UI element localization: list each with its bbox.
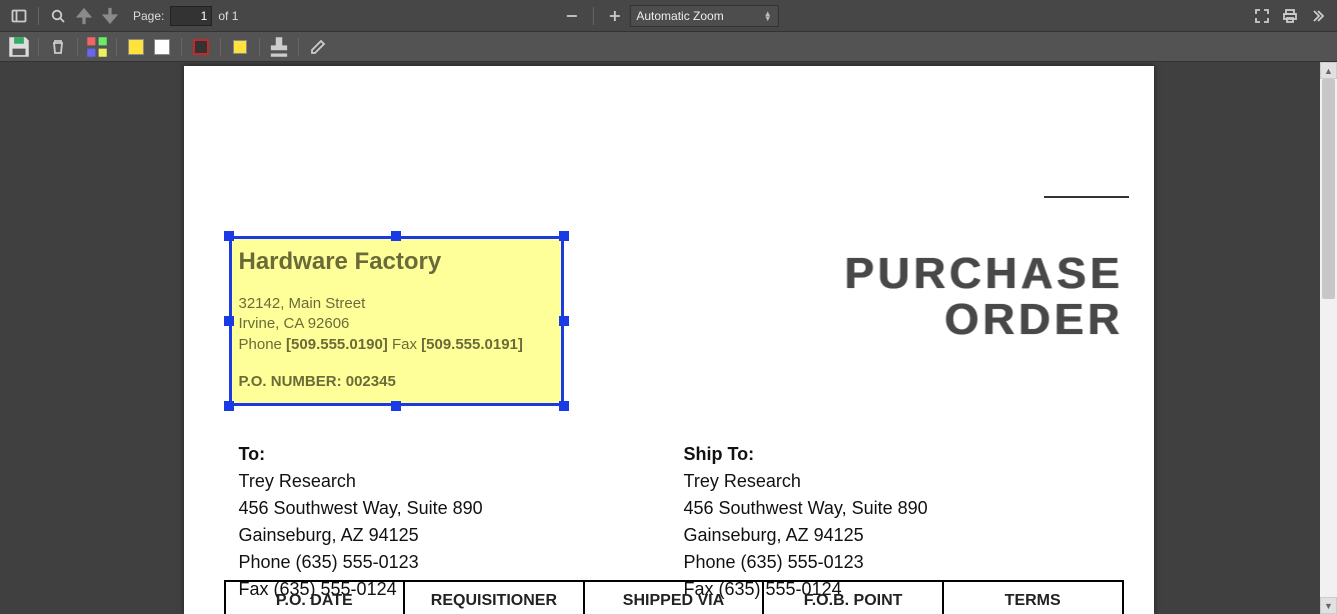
- vertical-scrollbar[interactable]: ▲ ▼: [1320, 62, 1337, 614]
- stamp-tool-button[interactable]: [266, 34, 292, 60]
- save-icon: [6, 34, 32, 60]
- vendor-fax-label: Fax: [388, 336, 421, 353]
- chevrons-right-icon: [1310, 8, 1326, 24]
- annotation-toolbar: [0, 32, 1337, 62]
- arrow-up-icon: [71, 3, 97, 29]
- ship-to-line: 456 Southwest Way, Suite 890: [684, 495, 928, 522]
- vendor-block: Hardware Factory 32142, Main Street Irvi…: [229, 236, 564, 406]
- separator: [38, 7, 39, 25]
- vendor-phone-label: Phone: [239, 336, 287, 353]
- grid-icon: [84, 34, 110, 60]
- ship-to-header: Ship To:: [684, 441, 928, 468]
- page-label: Page:: [133, 9, 164, 23]
- separator: [592, 7, 593, 25]
- pdf-main-toolbar: Page: of 1 Automatic Zoom ▲▼: [0, 0, 1337, 32]
- title-line-2: ORDER: [845, 297, 1124, 343]
- sidebar-toggle-button[interactable]: [6, 3, 32, 29]
- ship-to-block: Ship To: Trey Research 456 Southwest Way…: [684, 441, 928, 603]
- delete-annotation-button[interactable]: [45, 34, 71, 60]
- prev-page-button[interactable]: [71, 3, 97, 29]
- title-line-1: PURCHASE: [845, 251, 1124, 297]
- arrow-down-icon: [97, 3, 123, 29]
- bill-to-block: To: Trey Research 456 Southwest Way, Sui…: [239, 441, 483, 603]
- document-viewer[interactable]: Hardware Factory 32142, Main Street Irvi…: [0, 62, 1337, 614]
- bill-to-line: Gainseburg, AZ 94125: [239, 522, 483, 549]
- print-button[interactable]: [1277, 3, 1303, 29]
- vendor-fax: [509.555.0191]: [421, 336, 523, 353]
- minus-icon: [563, 8, 579, 24]
- col-fob-point: F.O.B. POINT: [764, 582, 944, 614]
- highlight-white-tool[interactable]: [149, 34, 175, 60]
- yellow-swatch-icon: [128, 39, 144, 55]
- separator: [77, 38, 78, 56]
- vendor-contact: Phone [509.555.0190] Fax [509.555.0191]: [239, 335, 554, 355]
- bill-to-line: 456 Southwest Way, Suite 890: [239, 495, 483, 522]
- separator: [298, 38, 299, 56]
- shape-tool-button[interactable]: [188, 34, 214, 60]
- highlight-yellow-tool[interactable]: [123, 34, 149, 60]
- col-terms: TERMS: [944, 582, 1122, 614]
- bill-to-line: Trey Research: [239, 468, 483, 495]
- scroll-track[interactable]: [1320, 79, 1337, 597]
- search-button[interactable]: [45, 3, 71, 29]
- save-button[interactable]: [6, 34, 32, 60]
- color-grid-button[interactable]: [84, 34, 110, 60]
- col-shipped-via: SHIPPED VIA: [585, 582, 765, 614]
- scroll-thumb[interactable]: [1322, 79, 1335, 299]
- annotation-selection[interactable]: Hardware Factory 32142, Main Street Irvi…: [229, 236, 564, 406]
- trash-icon: [50, 39, 66, 55]
- plus-icon: [606, 8, 622, 24]
- ship-to-line: Trey Research: [684, 468, 928, 495]
- zoom-mode-label: Automatic Zoom: [636, 9, 723, 23]
- col-requisitioner: REQUISITIONER: [405, 582, 585, 614]
- order-table-header: P.O. DATE REQUISITIONER SHIPPED VIA F.O.…: [224, 580, 1124, 614]
- vendor-po: P.O. NUMBER: 002345: [239, 373, 554, 390]
- vendor-addr1: 32142, Main Street: [239, 294, 554, 314]
- vendor-name: Hardware Factory: [239, 248, 554, 276]
- draw-tool-button[interactable]: [305, 34, 331, 60]
- pdf-page-1[interactable]: Hardware Factory 32142, Main Street Irvi…: [184, 66, 1154, 614]
- vendor-addr2: Irvine, CA 92606: [239, 314, 554, 334]
- ship-to-line: Gainseburg, AZ 94125: [684, 522, 928, 549]
- separator: [181, 38, 182, 56]
- fullscreen-button[interactable]: [1249, 3, 1275, 29]
- sticky-note-tool[interactable]: [227, 34, 253, 60]
- more-tools-button[interactable]: [1305, 3, 1331, 29]
- po-number: 002345: [346, 373, 396, 390]
- separator: [220, 38, 221, 56]
- page-number-input[interactable]: [170, 6, 212, 26]
- bill-to-line: Phone (635) 555-0123: [239, 549, 483, 576]
- ship-to-line: Phone (635) 555-0123: [684, 549, 928, 576]
- zoom-in-button[interactable]: [601, 3, 627, 29]
- select-caret-icon: ▲▼: [764, 11, 772, 21]
- search-icon: [50, 8, 66, 24]
- separator: [116, 38, 117, 56]
- scroll-down-button[interactable]: ▼: [1320, 597, 1337, 614]
- scroll-up-button[interactable]: ▲: [1320, 62, 1337, 79]
- separator: [38, 38, 39, 56]
- white-swatch-icon: [154, 39, 170, 55]
- bill-to-header: To:: [239, 441, 483, 468]
- sidebar-icon: [11, 8, 27, 24]
- print-icon: [1282, 8, 1298, 24]
- po-label: P.O. NUMBER:: [239, 373, 346, 390]
- zoom-mode-select[interactable]: Automatic Zoom ▲▼: [629, 5, 778, 27]
- toolbar-right-group: [1249, 3, 1331, 29]
- note-icon: [233, 40, 247, 54]
- next-page-button[interactable]: [97, 3, 123, 29]
- scan-artifact: [1044, 196, 1129, 198]
- zoom-controls: Automatic Zoom ▲▼: [558, 3, 778, 29]
- pencil-icon: [310, 39, 326, 55]
- stamp-icon: [266, 34, 292, 60]
- vendor-phone: [509.555.0190]: [286, 336, 388, 353]
- separator: [259, 38, 260, 56]
- red-rect-icon: [193, 39, 209, 55]
- fullscreen-icon: [1254, 8, 1270, 24]
- zoom-out-button[interactable]: [558, 3, 584, 29]
- page-total: of 1: [218, 9, 238, 23]
- col-po-date: P.O. DATE: [226, 582, 406, 614]
- document-title: PURCHASE ORDER: [845, 251, 1124, 343]
